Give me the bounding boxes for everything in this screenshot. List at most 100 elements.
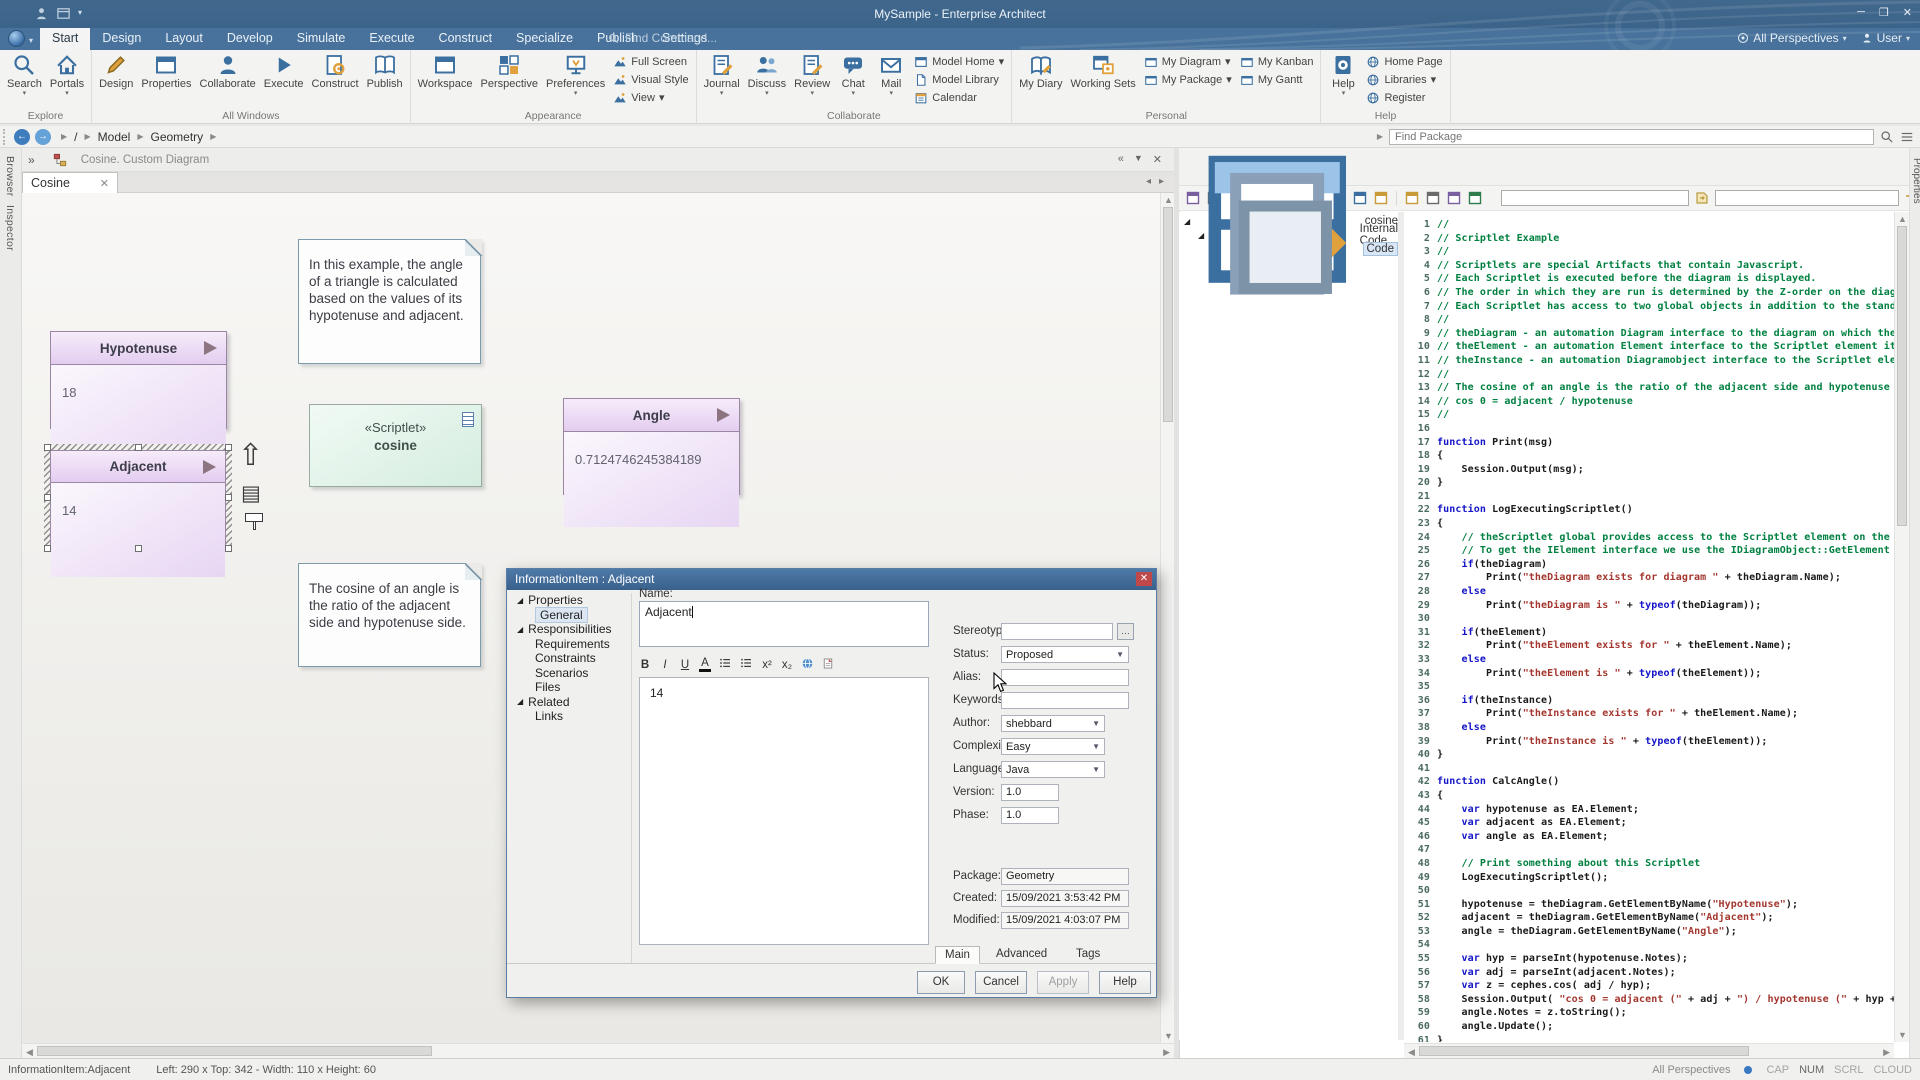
ribbon-tab-layout[interactable]: Layout (153, 28, 215, 50)
stereotype-browse-button[interactable]: … (1117, 623, 1134, 640)
new-note-button[interactable] (822, 657, 834, 673)
zoom-search-icon[interactable] (1373, 190, 1389, 206)
selection-handle[interactable] (135, 444, 142, 451)
dialog-tab-main[interactable]: Main (935, 946, 980, 964)
search-package-icon[interactable] (1880, 130, 1894, 144)
diagram-vertical-scrollbar[interactable]: ▲ ▼ (1160, 193, 1174, 1043)
ribbon-button-model-library[interactable]: Model Library (914, 72, 1004, 87)
ribbon-button-my-kanban[interactable]: My Kanban (1240, 54, 1314, 69)
ribbon-button-collaborate[interactable]: Collaborate (196, 52, 260, 97)
cancel-button[interactable]: Cancel (975, 971, 1027, 994)
code-horizontal-scrollbar[interactable]: ◀ ▶ (1404, 1043, 1894, 1058)
scroll-down-icon[interactable]: ▼ (1898, 1030, 1907, 1040)
field-status[interactable]: Proposed▼ (1001, 646, 1129, 663)
scroll-up-icon[interactable]: ▲ (1164, 195, 1173, 205)
field-phase[interactable]: 1.0 (1001, 807, 1059, 824)
expand-icon[interactable]: ◢ (517, 596, 523, 605)
tab-cosine[interactable]: Cosine ✕ (22, 172, 118, 193)
breadcrumb-item-[interactable]: / (74, 130, 77, 144)
forward-button[interactable]: → (35, 129, 51, 145)
close-diagram-icon[interactable]: ✕ (1153, 153, 1162, 166)
dropdown-icon[interactable]: ▼ (1116, 650, 1124, 659)
bullet-list-button[interactable] (719, 657, 732, 672)
tab-scroll-left-icon[interactable]: ◂ (1146, 176, 1151, 187)
expand-icon[interactable]: ◢ (1198, 231, 1204, 240)
ribbon-button-review[interactable]: Review▾ (790, 52, 834, 97)
scroll-left-icon[interactable]: ◀ (26, 1047, 33, 1058)
code-search-input[interactable] (1501, 190, 1689, 206)
perspectives-switcher[interactable]: All Perspectives▾ (1737, 31, 1846, 45)
dialog-tree-item-files[interactable]: Files (535, 680, 560, 694)
scroll-up-icon[interactable]: ▲ (1898, 214, 1907, 224)
element-list-icon[interactable]: ▤ (241, 483, 261, 504)
ribbon-button-my-gantt[interactable]: My Gantt (1240, 72, 1314, 87)
font-color-button[interactable]: A (699, 657, 711, 672)
selection-handle[interactable] (225, 545, 232, 552)
quicklink-up-arrow-icon[interactable]: ⇧ (238, 441, 263, 471)
dialog-tree-item-related[interactable]: ◢Related (517, 695, 570, 709)
ribbon-button-help[interactable]: Help▾ (1324, 52, 1362, 97)
ribbon-button-my-package[interactable]: My Package▾ (1144, 72, 1232, 87)
subscript-button[interactable]: x₂ (781, 659, 793, 671)
selection-handle[interactable] (225, 444, 232, 451)
find-command-box[interactable]: Find Command... (608, 31, 717, 45)
ribbon-button-my-diary[interactable]: My Diary (1015, 52, 1066, 97)
app-menu-caret-icon[interactable]: ▾ (29, 36, 33, 45)
dropdown-icon[interactable]: ▼ (1092, 742, 1100, 751)
dialog-tree-item-links[interactable]: Links (535, 709, 563, 723)
ribbon-button-construct[interactable]: Construct (308, 52, 363, 97)
notes-field[interactable]: 14 (639, 677, 929, 945)
dropdown-icon[interactable]: ▼ (1092, 719, 1100, 728)
scroll-thumb[interactable] (1897, 226, 1907, 526)
selection-handle[interactable] (225, 494, 232, 501)
breadcrumb-item-model[interactable]: Model (98, 130, 131, 144)
ribbon-button-model-home[interactable]: Model Home▾ (914, 54, 1004, 69)
scroll-right-icon[interactable]: ▶ (1883, 1047, 1890, 1058)
scroll-left-icon[interactable]: ◀ (1408, 1047, 1415, 1058)
ribbon-tab-develop[interactable]: Develop (215, 28, 285, 50)
dialog-title-bar[interactable]: InformationItem : Adjacent ✕ (507, 569, 1156, 590)
breadcrumb-arrow-icon[interactable]: ▶ (1377, 132, 1383, 141)
user-menu[interactable]: User▾ (1861, 31, 1910, 45)
browser-tab[interactable]: Browser (4, 156, 16, 197)
code-filter-input[interactable] (1715, 190, 1899, 206)
tree-item-code[interactable]: Code (1212, 242, 1398, 256)
ribbon-button-properties[interactable]: Properties (137, 52, 195, 97)
ok-button[interactable]: OK (917, 971, 965, 994)
ribbon-button-mail[interactable]: Mail▾ (872, 52, 910, 97)
name-field[interactable]: Adjacent (639, 601, 929, 647)
dropdown-icon[interactable]: ▼ (1092, 765, 1100, 774)
ribbon-tab-execute[interactable]: Execute (357, 28, 426, 50)
ribbon-tab-construct[interactable]: Construct (427, 28, 505, 50)
expand-icon[interactable]: ◢ (517, 697, 523, 706)
element-angle[interactable]: Angle 0.7124746245384189 (563, 398, 740, 495)
properties-dock-tab[interactable]: Properties (1910, 158, 1920, 204)
dialog-tree-item-scenarios[interactable]: Scenarios (535, 666, 588, 680)
dialog-tree-item-constraints[interactable]: Constraints (535, 651, 596, 665)
selection-handle[interactable] (135, 545, 142, 552)
code-vertical-scrollbar[interactable]: ▲ ▼ (1894, 212, 1909, 1042)
dropdown-icon[interactable]: ▼ (1134, 153, 1143, 166)
numbered-list-button[interactable] (740, 657, 753, 672)
ribbon-button-chat[interactable]: Chat▾ (834, 52, 872, 97)
toolbar-grip[interactable] (3, 129, 9, 145)
collapse-icon[interactable]: « (1118, 153, 1124, 166)
ribbon-button-publish[interactable]: Publish (363, 52, 407, 97)
diagram-horizontal-scrollbar[interactable]: ◀ ▶ (22, 1043, 1174, 1058)
note-element-2[interactable]: The cosine of an angle is the ratio of t… (298, 563, 481, 667)
expand-icon[interactable]: ◢ (1184, 217, 1190, 226)
ribbon-tab-design[interactable]: Design (90, 28, 153, 50)
app-logo-icon[interactable] (8, 30, 25, 47)
ribbon-tab-specialize[interactable]: Specialize (504, 28, 585, 50)
dialog-tab-tags[interactable]: Tags (1067, 946, 1109, 964)
scroll-thumb[interactable] (1419, 1046, 1749, 1056)
restore-button[interactable]: ❐ (1879, 6, 1889, 19)
ribbon-button-libraries[interactable]: Libraries▾ (1366, 72, 1442, 87)
element-hypotenuse[interactable]: Hypotenuse 18 (50, 331, 227, 429)
field-version[interactable]: 1.0 (1001, 784, 1059, 801)
tab-scroll-right-icon[interactable]: ▸ (1159, 176, 1164, 187)
scroll-thumb[interactable] (1163, 207, 1173, 422)
inspector-tab[interactable]: Inspector (4, 205, 16, 251)
dialog-tree-item-general[interactable]: General (535, 608, 588, 622)
ribbon-button-discuss[interactable]: Discuss▾ (744, 52, 791, 97)
